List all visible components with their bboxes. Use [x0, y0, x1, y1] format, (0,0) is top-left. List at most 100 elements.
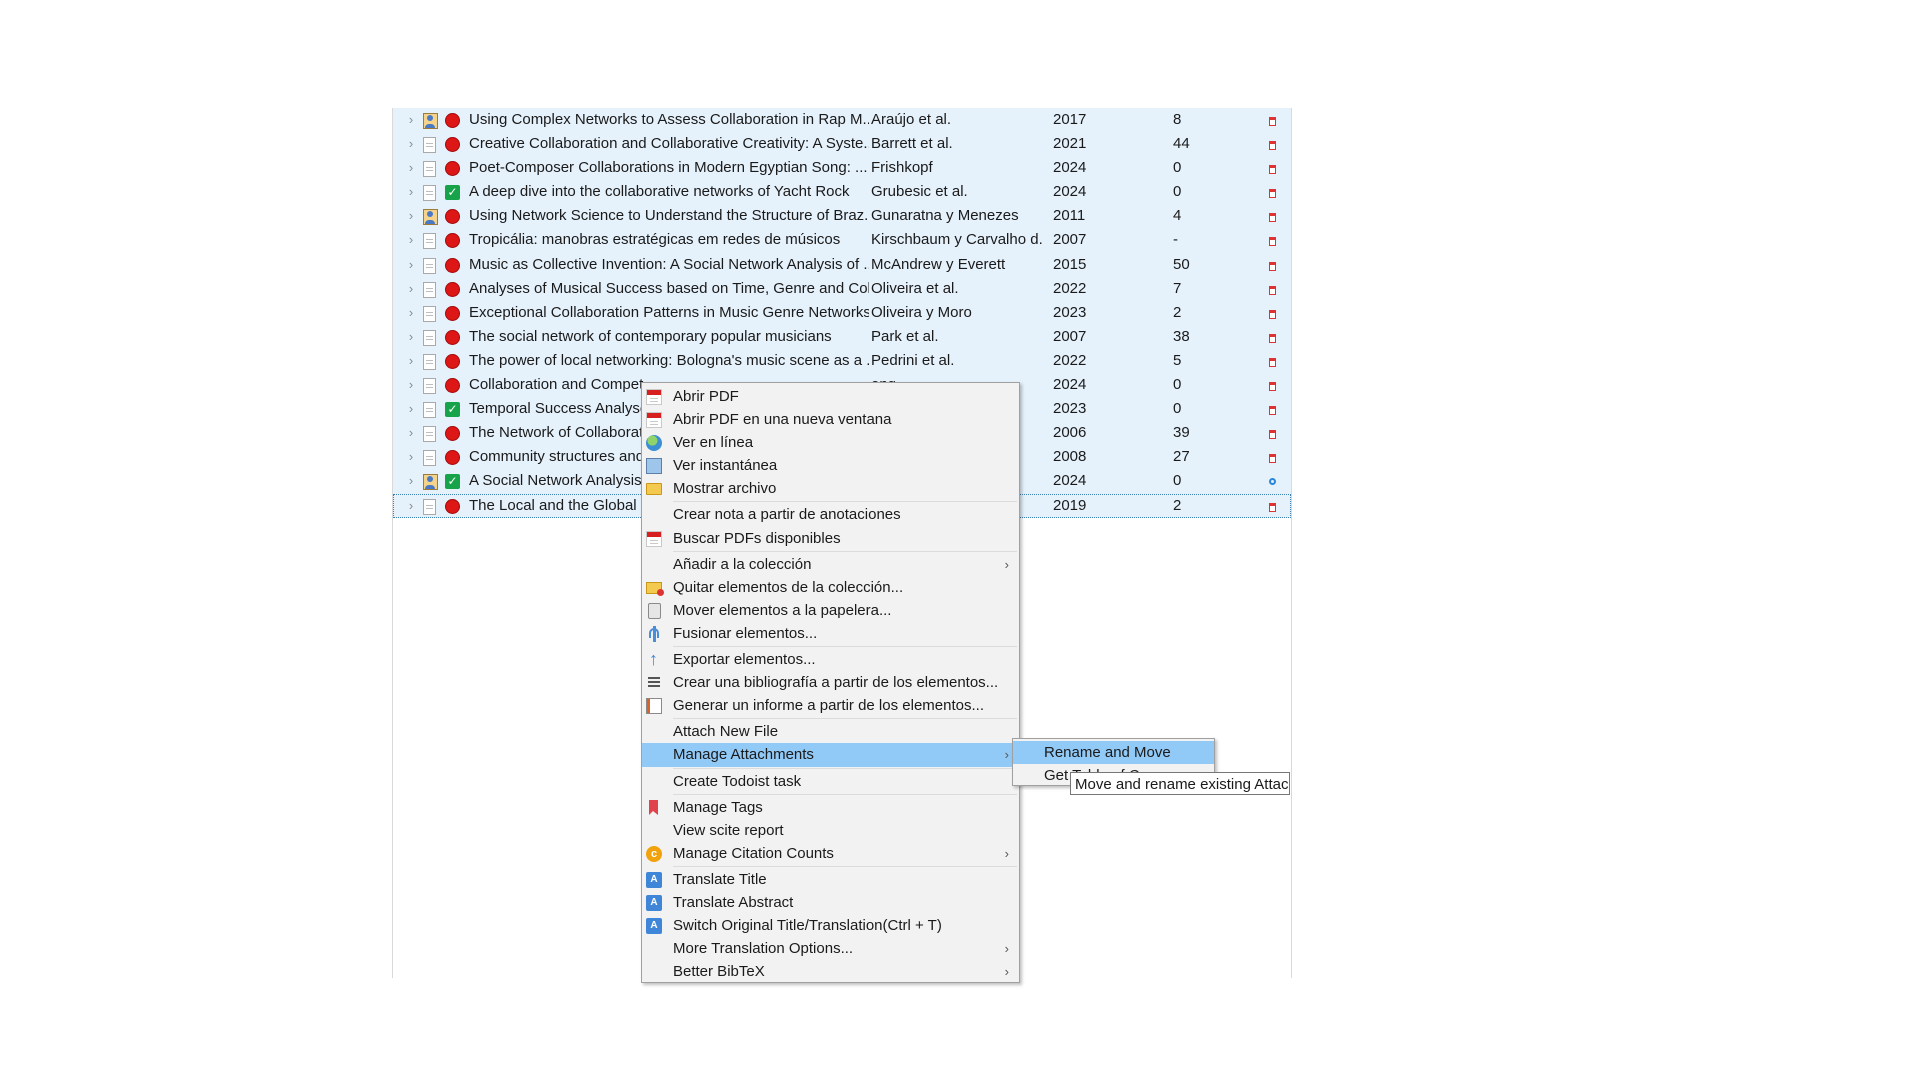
- item-title: Poet-Composer Collaborations in Modern E…: [469, 159, 868, 177]
- document-icon: [423, 450, 436, 467]
- expand-chevron-icon[interactable]: ›: [405, 180, 417, 204]
- menu-item-label: Quitar elementos de la colección...: [673, 578, 904, 596]
- item-citation-count: 38: [1173, 327, 1190, 345]
- pdf-attachment-icon[interactable]: [1269, 357, 1277, 367]
- menu-item-create-todoist-task[interactable]: Create Todoist task: [642, 770, 1019, 793]
- pdf-attachment-icon[interactable]: [1269, 117, 1277, 126]
- item-row[interactable]: › Analyses of Musical Success based on Ti…: [393, 276, 1291, 301]
- menu-item-ver-en-línea[interactable]: Ver en línea: [642, 431, 1019, 454]
- menu-item-better-bibtex[interactable]: Better BibTeX ›: [642, 960, 1019, 983]
- menu-item-abrir-pdf[interactable]: Abrir PDF: [642, 385, 1019, 408]
- expand-chevron-icon[interactable]: ›: [405, 469, 417, 493]
- item-row[interactable]: › Music as Collective Invention: A Social…: [393, 252, 1291, 277]
- expand-chevron-icon[interactable]: ›: [405, 494, 417, 518]
- pdf-attachment-icon[interactable]: [1269, 502, 1277, 512]
- menu-item-switch-original-title-translation-ctrl-t[interactable]: A Switch Original Title/Translation(Ctrl …: [642, 914, 1019, 937]
- document-icon: [423, 378, 436, 395]
- menu-item-quitar-elementos-de-la-colección[interactable]: Quitar elementos de la colección...: [642, 576, 1019, 599]
- menu-separator: [673, 718, 1017, 720]
- menu-item-crear-nota-a-partir-de-anotaciones[interactable]: Crear nota a partir de anotaciones: [642, 503, 1019, 526]
- item-row[interactable]: › Tropicália: manobras estratégicas em re…: [393, 228, 1291, 253]
- menu-item-mostrar-archivo[interactable]: Mostrar archivo: [642, 477, 1019, 500]
- expand-chevron-icon[interactable]: ›: [405, 325, 417, 349]
- menu-item-generar-un-informe-a-partir-de-los-elementos[interactable]: Generar un informe a partir de los eleme…: [642, 694, 1019, 717]
- document-icon: [423, 426, 436, 443]
- expand-chevron-icon[interactable]: ›: [405, 445, 417, 469]
- pdf-attachment-icon[interactable]: [1269, 285, 1277, 295]
- menu-item-label: Fusionar elementos...: [673, 624, 818, 642]
- ring-icon: [1269, 478, 1276, 486]
- translate-icon: A: [646, 871, 662, 888]
- menu-item-manage-attachments[interactable]: Manage Attachments ›: [642, 743, 1019, 767]
- snapshot-icon: [646, 458, 662, 475]
- menu-separator: [673, 550, 1017, 552]
- menu-item-añadir-a-la-colección[interactable]: Añadir a la colección ›: [642, 553, 1019, 576]
- expand-chevron-icon[interactable]: ›: [405, 421, 417, 445]
- expand-chevron-icon[interactable]: ›: [405, 228, 417, 252]
- item-row[interactable]: › Using Complex Networks to Assess Collab…: [393, 108, 1291, 133]
- expand-chevron-icon[interactable]: ›: [405, 108, 417, 132]
- menu-item-translate-title[interactable]: A Translate Title: [642, 868, 1019, 891]
- menu-item-label: Exportar elementos...: [673, 651, 816, 669]
- pdf-attachment-icon[interactable]: [1269, 430, 1277, 440]
- item-type-document-icon: [423, 378, 436, 395]
- expand-chevron-icon[interactable]: ›: [405, 253, 417, 277]
- pdf-attachment-icon[interactable]: [1269, 237, 1277, 247]
- pdf-attachment-icon[interactable]: [1269, 406, 1277, 416]
- expand-chevron-icon[interactable]: ›: [405, 349, 417, 373]
- item-year: 2019: [1053, 496, 1087, 514]
- link-attachment-icon[interactable]: [1269, 478, 1277, 486]
- menu-item-crear-una-bibliografía-a-partir-de-los-elementos[interactable]: Crear una bibliografía a partir de los e…: [642, 671, 1019, 694]
- item-row[interactable]: › Exceptional Collaboration Patterns in M…: [393, 300, 1291, 325]
- menu-item-buscar-pdfs-disponibles[interactable]: Buscar PDFs disponibles: [642, 527, 1019, 550]
- document-icon: [423, 329, 436, 346]
- expand-chevron-icon[interactable]: ›: [405, 373, 417, 397]
- item-citation-count: 0: [1173, 159, 1182, 177]
- menu-separator: [673, 767, 1017, 769]
- user-doc-icon: [423, 209, 438, 226]
- pdf-attachment-icon[interactable]: [1269, 213, 1277, 223]
- menu-item-manage-citation-counts[interactable]: c Manage Citation Counts ›: [642, 842, 1019, 865]
- pdf-attachment-icon[interactable]: [1269, 309, 1277, 319]
- pdf-attachment-icon[interactable]: [1269, 189, 1277, 199]
- pdf-attachment-icon[interactable]: [1269, 261, 1277, 271]
- menu-item-label: Translate Title: [673, 870, 767, 888]
- item-row[interactable]: › ✓ A deep dive into the collaborative net…: [393, 180, 1291, 205]
- item-row[interactable]: › Creative Collaboration and Collaborativ…: [393, 132, 1291, 157]
- expand-chevron-icon[interactable]: ›: [405, 397, 417, 421]
- submenu-item[interactable]: Rename and Move: [1013, 741, 1214, 765]
- status-check-icon: ✓: [445, 474, 460, 490]
- expand-chevron-icon[interactable]: ›: [405, 301, 417, 325]
- menu-item-exportar-elementos[interactable]: Exportar elementos...: [642, 648, 1019, 671]
- expand-chevron-icon[interactable]: ›: [405, 132, 417, 156]
- pdf-attachment-icon[interactable]: [1269, 382, 1277, 392]
- menu-item-ver-instantánea[interactable]: Ver instantánea: [642, 454, 1019, 477]
- menu-item-more-translation-options[interactable]: More Translation Options... ›: [642, 937, 1019, 960]
- expand-chevron-icon[interactable]: ›: [405, 277, 417, 301]
- pdf-attachment-icon[interactable]: [1269, 454, 1277, 464]
- pdf-icon: [1269, 382, 1276, 392]
- menu-item-fusionar-elementos[interactable]: Fusionar elementos...: [642, 622, 1019, 645]
- pdf-icon: [1269, 454, 1276, 464]
- menu-item-manage-tags[interactable]: Manage Tags: [642, 796, 1019, 819]
- menu-item-view-scite-report[interactable]: View scite report: [642, 819, 1019, 842]
- item-row[interactable]: › Using Network Science to Understand the…: [393, 204, 1291, 229]
- menu-item-attach-new-file[interactable]: Attach New File: [642, 720, 1019, 743]
- menu-item-mover-elementos-a-la-papelera[interactable]: Mover elementos a la papelera...: [642, 599, 1019, 622]
- expand-chevron-icon[interactable]: ›: [405, 204, 417, 228]
- pdf-attachment-icon[interactable]: [1269, 165, 1277, 175]
- menu-item-translate-abstract[interactable]: A Translate Abstract: [642, 891, 1019, 914]
- document-icon: [423, 161, 436, 178]
- menu-item-label: View scite report: [673, 821, 784, 839]
- item-year: 2006: [1053, 424, 1087, 442]
- expand-chevron-icon[interactable]: ›: [405, 156, 417, 180]
- pdf-attachment-icon[interactable]: [1269, 333, 1277, 343]
- item-row[interactable]: › The social network of contemporary popu…: [393, 324, 1291, 349]
- document-icon: [423, 305, 436, 322]
- item-row[interactable]: › Poet-Composer Collaborations in Modern …: [393, 156, 1291, 181]
- item-year: 2011: [1053, 207, 1086, 225]
- item-citation-count: -: [1173, 231, 1178, 249]
- item-row[interactable]: › The power of local networking: Bologna'…: [393, 348, 1291, 374]
- pdf-attachment-icon[interactable]: [1269, 141, 1277, 151]
- menu-item-abrir-pdf-en-una-nueva-ventana[interactable]: Abrir PDF en una nueva ventana: [642, 408, 1019, 431]
